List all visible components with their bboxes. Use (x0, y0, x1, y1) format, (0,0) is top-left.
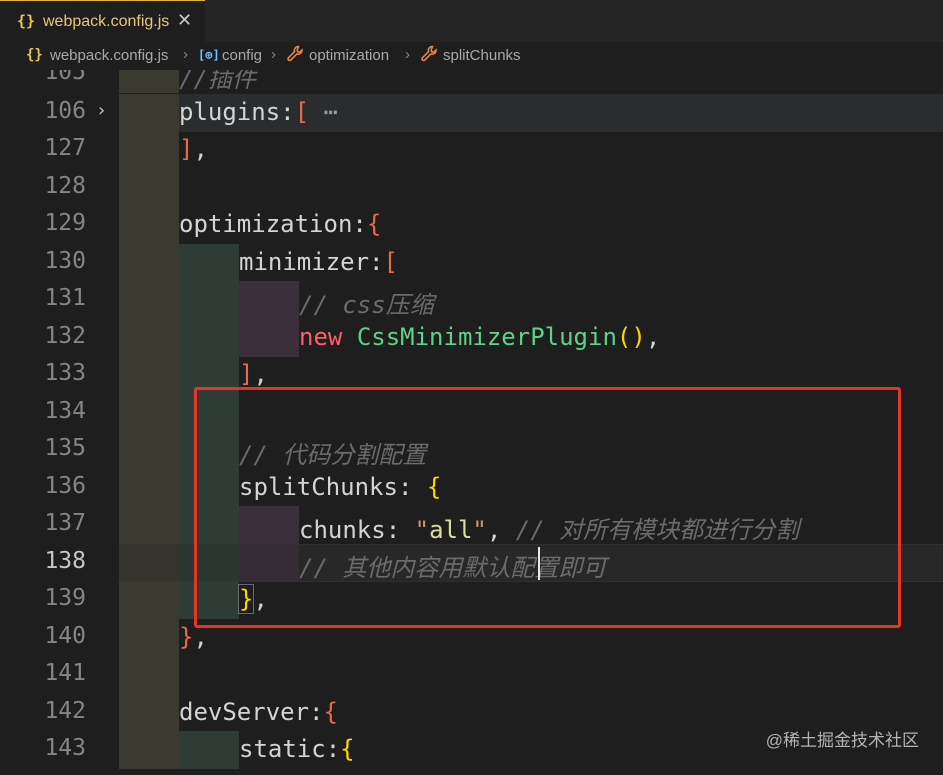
line-number: 131 (44, 285, 86, 311)
line-number: 105 (44, 70, 86, 85)
code-line: 128 (0, 169, 943, 207)
property-key: minimizer (239, 248, 370, 276)
property-key: plugins (179, 98, 281, 126)
class-name: CssMinimizerPlugin (356, 323, 617, 351)
comment: //插件 (179, 70, 256, 93)
brace: { (323, 698, 338, 726)
colon: : (325, 735, 341, 763)
line-number: 129 (44, 210, 86, 236)
line-number: 143 (44, 735, 86, 761)
breadcrumb: {} webpack.config.js › [⊕] config › opti… (0, 42, 943, 70)
code-line: 105 //插件 (0, 70, 943, 93)
line-number: 136 (44, 473, 86, 499)
breadcrumb-optimization[interactable]: optimization (309, 47, 389, 64)
object-icon: [⊕] (198, 48, 220, 62)
line-number: 127 (44, 135, 86, 161)
breadcrumb-config[interactable]: config (222, 47, 262, 64)
property-key: devServer (179, 698, 310, 726)
line-number: 130 (44, 248, 86, 274)
tab-label: webpack.config.js (43, 13, 170, 30)
line-number: 134 (44, 398, 86, 424)
keyword-new: new (299, 323, 343, 351)
wrench-icon (287, 45, 303, 62)
property-key: optimization (179, 210, 353, 238)
line-number: 142 (44, 698, 86, 724)
line-number: 140 (44, 623, 86, 649)
colon: : (369, 248, 384, 276)
code-line: 127 ], (0, 131, 943, 169)
chevron-right-icon: › (183, 46, 188, 63)
code-line: 132 new CssMinimizerPlugin(), (0, 319, 943, 357)
code-line: 129 optimization:{ (0, 206, 943, 244)
code-line: 130 minimizer:[ (0, 244, 943, 282)
property-key: static (239, 735, 326, 763)
paren: () (616, 323, 646, 351)
wrench-icon (421, 45, 437, 62)
line-number: 128 (44, 173, 86, 199)
breadcrumb-file[interactable]: webpack.config.js (50, 47, 168, 64)
code-line: 141 (0, 656, 943, 694)
comma: , (193, 135, 208, 163)
chevron-right-icon: › (405, 46, 410, 63)
comma: , (253, 360, 268, 388)
highlight-annotation-box (194, 387, 901, 628)
chevron-right-icon: › (271, 46, 276, 63)
close-icon[interactable]: ✕ (177, 10, 192, 31)
bracket: ] (179, 135, 194, 163)
bracket: ] (239, 360, 254, 388)
tab-webpack-config[interactable]: {} webpack.config.js ✕ (0, 0, 205, 42)
line-number: 141 (44, 660, 86, 686)
code-line: 131 // css压缩 (0, 281, 943, 319)
ellipsis-icon[interactable]: ⋯ (309, 98, 338, 126)
line-number: 135 (44, 435, 86, 461)
js-file-icon: {} (17, 12, 36, 30)
line-number: 137 (44, 510, 86, 536)
line-number: 106 (44, 98, 86, 124)
brace: } (179, 623, 194, 651)
colon: : (280, 98, 295, 126)
comma: , (645, 323, 661, 351)
colon: : (352, 210, 367, 238)
line-number: 132 (44, 323, 86, 349)
colon: : (309, 698, 324, 726)
bracket: [ (383, 248, 398, 276)
js-file-icon: {} (26, 47, 43, 63)
bracket: [ (294, 98, 310, 126)
line-number: 138 (44, 548, 86, 574)
chevron-right-icon[interactable]: › (98, 100, 105, 121)
comment: // css压缩 (299, 291, 434, 319)
tab-bar: {} webpack.config.js ✕ (0, 0, 943, 42)
code-line: 106 › plugins:[ ⋯ (0, 94, 943, 132)
line-number: 139 (44, 585, 86, 611)
brace: { (340, 735, 355, 763)
breadcrumb-splitchunks[interactable]: splitChunks (443, 47, 521, 64)
watermark: @稀土掘金技术社区 (765, 731, 919, 750)
line-number: 133 (44, 360, 86, 386)
brace: { (366, 210, 382, 238)
